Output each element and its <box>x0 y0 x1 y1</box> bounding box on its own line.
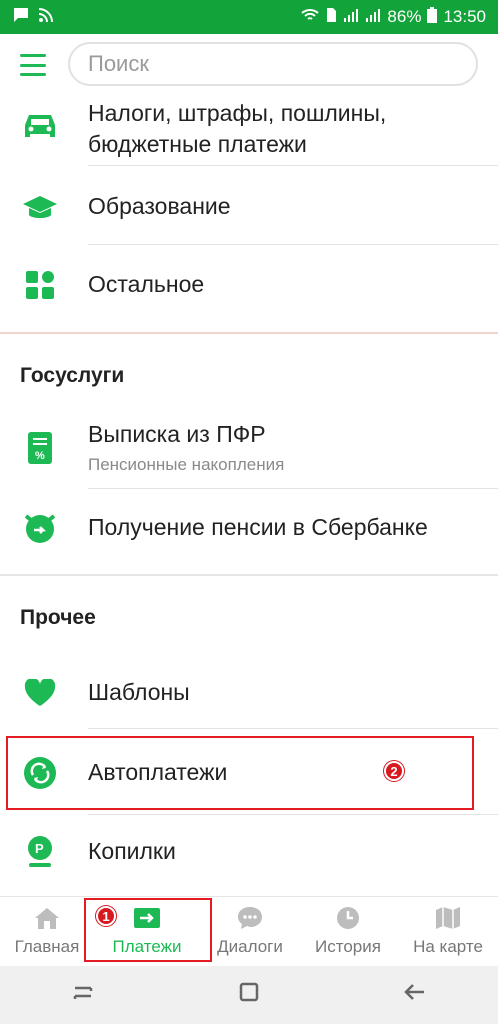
divider <box>88 244 498 245</box>
list-item-sublabel: Пенсионные накопления <box>88 455 285 474</box>
tab-label: Диалоги <box>217 937 283 956</box>
annotation-badge-2: 2 <box>384 761 404 781</box>
list-item-label: Налоги, штрафы, пошлины, бюджетные плате… <box>88 100 387 157</box>
list-item-label: Шаблоны <box>88 679 190 705</box>
car-icon <box>22 108 58 144</box>
svg-text:Р: Р <box>35 841 44 856</box>
divider <box>88 165 498 166</box>
divider <box>88 488 498 489</box>
status-bar: 86% 13:50 <box>0 0 498 34</box>
heart-icon <box>22 675 58 711</box>
list-item-label: Получение пенсии в Сбербанке <box>88 514 428 540</box>
wifi-icon <box>301 7 320 27</box>
battery-icon <box>427 6 438 28</box>
piggy-bank-icon: Р <box>22 834 58 870</box>
tab-label: Главная <box>14 937 80 956</box>
section-title-prochee: Прочее <box>20 606 96 629</box>
tab-label: На карте <box>413 937 483 956</box>
back-icon[interactable] <box>403 981 426 1009</box>
signal-icon <box>343 7 359 27</box>
battery-percent: 86% <box>387 7 422 26</box>
svg-text:%: % <box>35 450 45 462</box>
system-navigation-bar <box>0 966 498 1024</box>
bottom-navigation: Главная Платежи Диалоги История На карте <box>0 896 498 966</box>
tab-label: История <box>315 937 381 956</box>
grid-icon <box>22 267 58 303</box>
tab-dialogs[interactable]: Диалоги <box>212 905 288 957</box>
tab-map[interactable]: На карте <box>408 905 488 957</box>
clock-icon <box>334 905 362 931</box>
tab-home[interactable]: Главная <box>12 905 82 957</box>
search-input[interactable]: Поиск <box>68 42 478 86</box>
hamburger-menu-icon[interactable] <box>20 54 46 76</box>
map-icon <box>434 905 462 931</box>
section-divider <box>0 574 498 576</box>
signal-icon-2 <box>365 7 381 27</box>
pension-icon <box>22 510 58 546</box>
divider <box>88 814 498 815</box>
chat-icon <box>236 905 264 931</box>
recent-apps-icon[interactable] <box>72 981 94 1009</box>
list-item-label: Копилки <box>88 838 176 864</box>
divider <box>88 728 498 729</box>
sim-icon <box>325 7 337 28</box>
list-item-label: Выписка из ПФР <box>88 421 266 447</box>
search-placeholder: Поиск <box>88 51 149 76</box>
annotation-badge-1: 1 <box>96 906 116 926</box>
message-icon <box>12 7 30 28</box>
section-divider <box>0 332 498 334</box>
rss-icon <box>38 7 54 28</box>
tab-history[interactable]: История <box>308 905 388 957</box>
home-button-icon[interactable] <box>239 981 259 1009</box>
document-percent-icon: % <box>22 430 58 466</box>
clock-time: 13:50 <box>443 7 486 26</box>
home-icon <box>33 905 61 931</box>
section-title-gosuslugi: Госуслуги <box>20 364 125 387</box>
graduation-cap-icon <box>22 190 58 226</box>
list-item-label: Образование <box>88 193 231 219</box>
list-item-label: Остальное <box>88 271 205 297</box>
